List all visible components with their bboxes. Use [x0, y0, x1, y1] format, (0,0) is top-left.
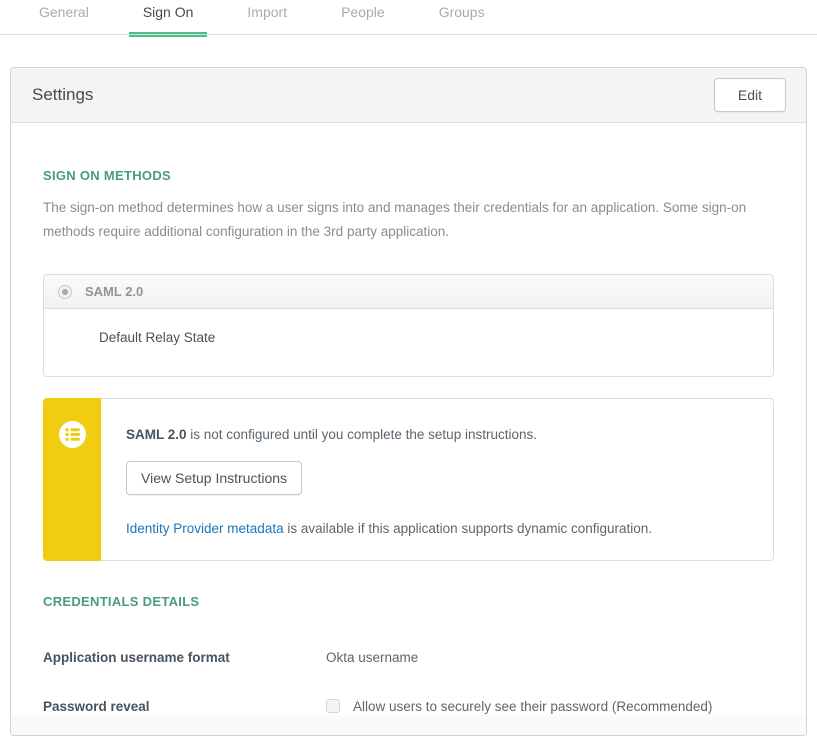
page-title: Settings: [32, 85, 93, 105]
tab-import[interactable]: Import: [233, 0, 301, 34]
password-reveal-label: Password reveal: [43, 699, 326, 714]
tab-bar: General Sign On Import People Groups: [0, 0, 817, 36]
saml-setup-callout: SAML 2.0 is not configured until you com…: [43, 398, 774, 561]
default-relay-state-label: Default Relay State: [99, 330, 215, 345]
password-reveal-row: Password reveal Allow users to securely …: [43, 699, 774, 714]
settings-panel-header: Settings Edit: [11, 68, 806, 123]
identity-provider-metadata-link[interactable]: Identity Provider metadata: [126, 521, 284, 536]
tab-sign-on[interactable]: Sign On: [129, 0, 208, 34]
idp-metadata-line: Identity Provider metadata is available …: [126, 521, 753, 536]
idp-metadata-line-rest: is available if this application support…: [284, 521, 652, 536]
settings-panel: Settings Edit SIGN ON METHODS The sign-o…: [10, 67, 807, 736]
saml-radio-dot: [62, 289, 68, 295]
application-username-format-row: Application username format Okta usernam…: [43, 650, 774, 665]
application-username-format-value: Okta username: [326, 650, 418, 665]
password-reveal-control: Allow users to securely see their passwo…: [326, 699, 712, 714]
password-reveal-checkbox-label: Allow users to securely see their passwo…: [353, 699, 712, 714]
edit-button[interactable]: Edit: [714, 78, 786, 112]
view-setup-instructions-button[interactable]: View Setup Instructions: [126, 461, 302, 495]
callout-stripe: [43, 398, 101, 561]
credentials-details-heading: CREDENTIALS DETAILS: [43, 594, 774, 609]
sign-on-methods-description: The sign-on method determines how a user…: [43, 196, 773, 244]
tab-general[interactable]: General: [25, 0, 103, 34]
password-reveal-checkbox[interactable]: [326, 699, 340, 713]
tab-sign-on-label: Sign On: [143, 4, 194, 20]
setup-instructions-list-icon: [59, 421, 86, 448]
saml-method-box: SAML 2.0 Default Relay State: [43, 274, 774, 377]
settings-panel-body: SIGN ON METHODS The sign-on method deter…: [11, 123, 806, 714]
saml-radio-button[interactable]: [58, 285, 72, 299]
saml-method-name: SAML 2.0: [85, 284, 143, 299]
tab-groups-label: Groups: [439, 4, 485, 20]
sign-on-methods-heading: SIGN ON METHODS: [43, 168, 774, 183]
saml-method-body: Default Relay State: [44, 309, 773, 376]
settings-panel-footer: [11, 715, 806, 735]
application-username-format-label: Application username format: [43, 650, 326, 665]
app-sign-on-page: General Sign On Import People Groups Set…: [0, 0, 817, 753]
callout-content: SAML 2.0 is not configured until you com…: [101, 398, 774, 561]
tab-groups[interactable]: Groups: [425, 0, 499, 34]
callout-message-rest: is not configured until you complete the…: [187, 427, 537, 442]
tab-people[interactable]: People: [327, 0, 399, 34]
callout-message: SAML 2.0 is not configured until you com…: [126, 427, 753, 442]
tab-people-label: People: [341, 4, 385, 20]
tab-general-label: General: [39, 4, 89, 20]
saml-method-header: SAML 2.0: [44, 275, 773, 309]
callout-message-bold: SAML 2.0: [126, 427, 187, 442]
tab-bar-divider: [0, 34, 817, 35]
tab-import-label: Import: [247, 4, 287, 20]
